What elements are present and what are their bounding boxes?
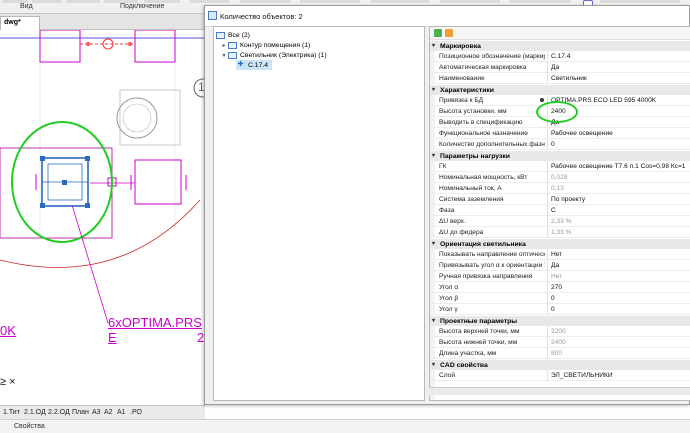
- collapse-icon[interactable]: ▾: [432, 42, 435, 49]
- ribbon-button[interactable]: [440, 0, 500, 3]
- ribbon-group-connection: Подключение: [120, 3, 165, 10]
- prop-row[interactable]: ΔU верх. 2,33 %: [430, 216, 690, 227]
- prop-row[interactable]: Показывать направление оптическо... Нет: [430, 249, 690, 260]
- section-orientation[interactable]: ▾ Ориентация светильника: [430, 238, 690, 249]
- prop-row[interactable]: Количество дополнительных фазны... 0: [430, 139, 690, 150]
- status-bar: Свойства: [0, 419, 690, 433]
- folder-icon: [228, 41, 237, 49]
- prop-row[interactable]: Высота верхней точки, мм 3200: [430, 326, 690, 337]
- properties-toolbar: [430, 27, 690, 40]
- sheet-tab-bar: 1.Тит 2.1.ОД 2.2.ОД План А3 А2 А1 .РО: [0, 405, 205, 419]
- tree-node-label: Контур помещения (1): [240, 41, 311, 49]
- sheet-tab[interactable]: 2.2.ОД: [48, 409, 70, 416]
- ribbon-button[interactable]: [66, 0, 100, 3]
- dialog-title-bar[interactable]: Количество объектов: 2: [205, 6, 689, 27]
- dialog-title: Количество объектов: 2: [220, 12, 303, 21]
- sheet-tab[interactable]: .РО: [130, 409, 142, 416]
- tree-node-label: C.17.4: [248, 61, 269, 69]
- section-cad[interactable]: ▾ CAD свойства: [430, 359, 690, 370]
- horizontal-scrollbar[interactable]: [429, 387, 690, 395]
- prop-row[interactable]: Высота нижней точки, мм 2400: [430, 337, 690, 348]
- folder-icon: [216, 31, 225, 39]
- prop-row[interactable]: Номинальный ток, А 0,13: [430, 183, 690, 194]
- cad-drawing[interactable]: [0, 30, 205, 405]
- dialog-app-icon: [208, 11, 217, 20]
- prop-row[interactable]: Номинальная мощность, кВт 0,028: [430, 172, 690, 183]
- document-tab-bar: dwg*: [0, 14, 205, 30]
- categorized-view-icon[interactable]: [434, 29, 442, 37]
- prop-row[interactable]: ΔU до фидера 1,33 %: [430, 227, 690, 238]
- collapse-icon[interactable]: ▾: [432, 152, 435, 159]
- ribbon-button[interactable]: [370, 0, 430, 3]
- prop-row[interactable]: Ручная привязка направления Нет: [430, 271, 690, 282]
- arrow-label: ≥ ×: [0, 376, 16, 388]
- prop-row[interactable]: Слой ЭЛ_СВЕТИЛЬНИКИ: [430, 370, 690, 381]
- highlight-oval: [536, 101, 578, 123]
- section-characteristics[interactable]: ▾ Характеристики: [430, 84, 690, 95]
- sort-icon[interactable]: [445, 29, 453, 37]
- collapse-arrow-icon[interactable]: ▾: [220, 52, 228, 59]
- prop-row[interactable]: Автоматическая маркировка Да: [430, 62, 690, 73]
- prop-row[interactable]: Угол β0: [430, 293, 690, 304]
- sheet-tab[interactable]: 1.Тит: [3, 409, 20, 416]
- expand-arrow-icon[interactable]: ▸: [220, 42, 228, 49]
- collapse-icon[interactable]: ▾: [432, 317, 435, 324]
- tree-node-label: Светильник (Электрика) (1): [240, 51, 327, 59]
- tree-node-label: Все (2): [228, 31, 250, 39]
- document-tab[interactable]: dwg*: [0, 16, 40, 30]
- prop-row[interactable]: Позиционное обозначение (маркир... C.17.4: [430, 51, 690, 62]
- tree-node-room-contour[interactable]: ▸ Контур помещения (1): [220, 40, 310, 50]
- luminaire-icon: ✚: [237, 61, 244, 68]
- properties-grid[interactable]: ▾ Маркировка Позиционное обозначение (мар…: [429, 26, 690, 401]
- tree-node-all[interactable]: Все (2): [216, 30, 250, 40]
- sheet-tab[interactable]: А2: [104, 409, 113, 416]
- folder-icon: [228, 51, 237, 59]
- prop-row[interactable]: Привязывать угол α к ориентации У... Да: [430, 260, 690, 271]
- prop-row[interactable]: Длина участка, мм 800: [430, 348, 690, 359]
- cad-canvas[interactable]: 1 6xOPTIMA.PRS E 2 0K ≥ ×: [0, 30, 205, 405]
- sheet-tab[interactable]: А1: [117, 409, 126, 416]
- prop-row[interactable]: Фаза С: [430, 205, 690, 216]
- prop-row[interactable]: Угол α 270: [430, 282, 690, 293]
- prop-row[interactable]: Функциональное назначение Рабочее освещен…: [430, 128, 690, 139]
- collapse-icon[interactable]: ▾: [432, 86, 435, 93]
- prop-row[interactable]: Наименование Светильник: [430, 73, 690, 84]
- ribbon-button[interactable]: [32, 0, 62, 3]
- status-text: Свойства: [14, 423, 45, 430]
- collapse-icon[interactable]: ▾: [432, 361, 435, 368]
- selection-dialog: Количество объектов: 2 Все (2) ▸ Контур …: [204, 5, 690, 405]
- collapse-icon[interactable]: ▾: [432, 240, 435, 247]
- section-marking[interactable]: ▾ Маркировка: [430, 40, 690, 51]
- prop-row[interactable]: Угол γ0: [430, 304, 690, 315]
- fixture-label[interactable]: 6xOPTIMA.PRS E: [108, 315, 205, 345]
- prop-row[interactable]: Система заземления По проекту: [430, 194, 690, 205]
- section-load[interactable]: ▾ Параметры нагрузки: [430, 150, 690, 161]
- ribbon-button[interactable]: [190, 0, 230, 3]
- link-dot-icon: [540, 98, 544, 102]
- ribbon-button[interactable]: [300, 0, 360, 3]
- ribbon-button[interactable]: [510, 0, 570, 3]
- section-design[interactable]: ▾ Проектные параметры: [430, 315, 690, 326]
- ribbon-group-view: Вид: [20, 3, 33, 10]
- prop-row[interactable]: ГК Рабочее освещение T7.6 п.1 Cos=0,98 Кс…: [430, 161, 690, 172]
- sheet-tab[interactable]: А3: [92, 409, 101, 416]
- object-tree[interactable]: Все (2) ▸ Контур помещения (1) ▾ Светиль…: [213, 26, 425, 401]
- sheet-tab[interactable]: 2.1.ОД: [24, 409, 46, 416]
- ribbon-button[interactable]: [600, 0, 680, 3]
- left-label: 0K: [0, 323, 16, 338]
- tree-node-luminaire[interactable]: ▾ Светильник (Электрика) (1): [220, 50, 327, 60]
- document-tab-label: dwg*: [4, 19, 21, 26]
- ribbon-button[interactable]: [240, 0, 290, 3]
- tree-node-c17-4[interactable]: ✚ C.17.4: [236, 60, 273, 70]
- sheet-tab[interactable]: План: [72, 409, 89, 416]
